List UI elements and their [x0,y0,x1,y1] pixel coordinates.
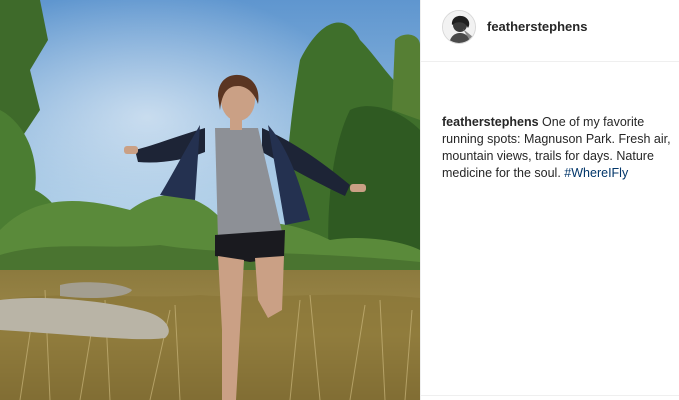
caption-hashtag[interactable]: #WhereIFly [564,166,628,180]
post-author-username[interactable]: featherstephens [487,19,587,34]
caption-username[interactable]: featherstephens [442,115,539,129]
panel-divider [421,395,679,396]
post-caption: featherstephens One of my favorite runni… [442,114,674,182]
user-avatar-icon[interactable] [442,10,476,44]
post-photo[interactable] [0,0,420,400]
post-header: featherstephens [421,0,679,62]
post-side-panel: featherstephens featherstephens One of m… [420,0,679,400]
